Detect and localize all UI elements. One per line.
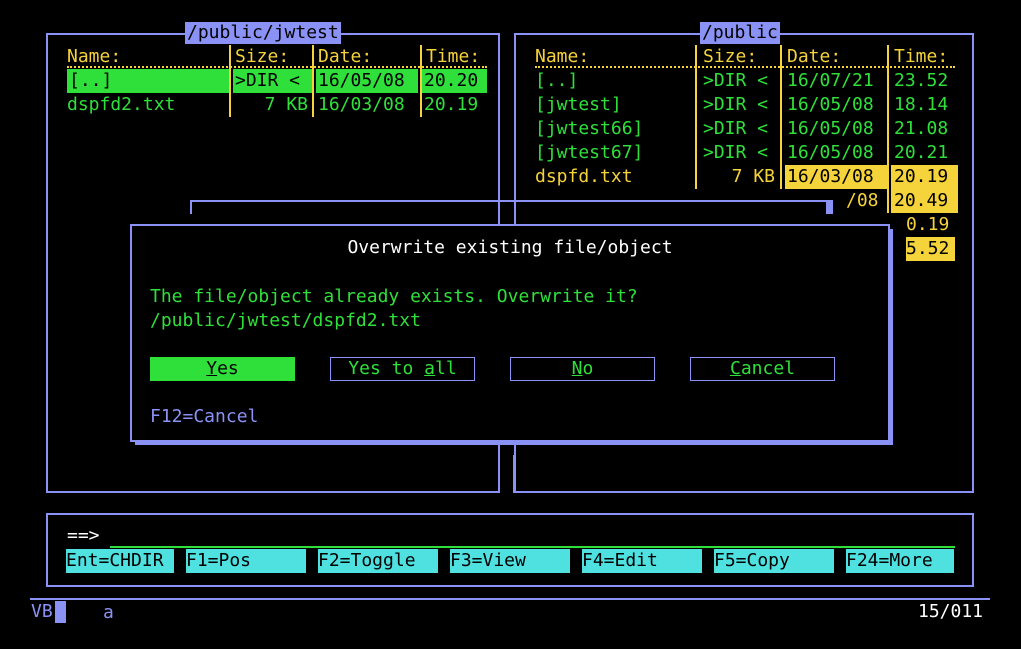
left-header-underline	[67, 66, 487, 68]
no-label: o	[582, 358, 594, 379]
file-name: dspfd2.txt	[67, 94, 176, 115]
overwrite-dialog-shadow	[135, 440, 893, 445]
no-button[interactable]: No	[510, 357, 655, 381]
partial-row-time: 0.19	[906, 214, 950, 235]
fkey-f24-more[interactable]: F24=More	[846, 549, 954, 573]
file-date: 16/05/08	[787, 118, 874, 139]
file-name: [..]	[535, 70, 579, 91]
file-time: 23.52	[894, 70, 949, 91]
dialog-path: /public/jwtest/dspfd2.txt	[150, 310, 421, 331]
yes-label: es	[217, 358, 239, 379]
file-date: 16/05/08	[316, 69, 418, 93]
table-row[interactable]: dspfd2.txt 7 KB 16/03/08 20.19	[67, 93, 487, 117]
yes-to-all-mnemonic: a	[424, 358, 435, 379]
file-size: >DIR <	[703, 70, 769, 91]
cancel-mnemonic: C	[729, 358, 741, 379]
right-col-sep	[887, 189, 889, 213]
status-position: 15/011	[918, 601, 984, 622]
panel-divider	[513, 455, 515, 493]
file-name: [jwtest]	[535, 94, 622, 115]
yes-to-all-label: Yes to	[348, 358, 425, 379]
fkey-f5-copy[interactable]: F5=Copy	[714, 549, 834, 573]
file-time: 20.20	[422, 69, 487, 93]
right-panel-shadow-r	[972, 38, 974, 493]
fkey-f4-edit[interactable]: F4=Edit	[582, 549, 702, 573]
right-panel-title: /public	[700, 22, 780, 44]
table-row[interactable]: [..] >DIR < 16/07/21 23.52	[535, 69, 955, 93]
left-panel-shadow	[52, 491, 498, 493]
background-dialog-edge	[190, 200, 830, 202]
file-date: 16/03/08	[318, 94, 405, 115]
dialog-title: Overwrite existing file/object	[347, 237, 673, 258]
right-header-underline	[535, 66, 955, 68]
status-indicator: a	[103, 602, 114, 623]
background-dialog-edge	[190, 200, 192, 214]
file-size: 7 KB	[264, 94, 308, 115]
file-size: 7 KB	[731, 166, 775, 187]
no-mnemonic: N	[571, 358, 583, 379]
file-time: 20.19	[424, 94, 479, 115]
file-date: 16/05/08	[787, 94, 874, 115]
file-date: 16/03/08	[785, 165, 889, 189]
overwrite-dialog-shadow	[888, 229, 893, 445]
fkey-f3-view[interactable]: F3=View	[450, 549, 570, 573]
left-panel-title: /public/jwtest	[185, 22, 341, 44]
table-row[interactable]: [jwtest67] >DIR < 16/05/08 20.21	[535, 141, 955, 165]
file-name: dspfd.txt	[535, 166, 633, 187]
table-row[interactable]: [jwtest66] >DIR < 16/05/08 21.08	[535, 117, 955, 141]
file-name: [jwtest67]	[535, 142, 644, 163]
file-time: 21.08	[894, 118, 949, 139]
partial-row-time: 5.52	[906, 237, 955, 261]
file-name: [..]	[67, 69, 229, 93]
cancel-label: ancel	[740, 358, 796, 379]
file-date: 16/07/21	[787, 70, 874, 91]
yes-mnemonic: Y	[206, 358, 218, 379]
file-size: >DIR <	[233, 69, 312, 93]
partial-row-time: 20.49	[891, 189, 958, 213]
dialog-message: The file/object already exists. Overwrit…	[150, 286, 638, 307]
file-size: >DIR <	[703, 142, 769, 163]
command-prompt: ==>	[67, 525, 100, 546]
yes-button[interactable]: Yes	[150, 357, 295, 381]
file-time: 18.14	[894, 94, 949, 115]
file-name: [jwtest66]	[535, 118, 644, 139]
yes-to-all-button[interactable]: Yes to all	[330, 357, 475, 381]
status-divider	[30, 598, 990, 600]
cancel-button[interactable]: Cancel	[690, 357, 835, 381]
file-time: 20.21	[894, 142, 949, 163]
file-size: >DIR <	[703, 94, 769, 115]
file-date: 16/05/08	[787, 142, 874, 163]
fkey-enter-chdir[interactable]: Ent=CHDIR	[66, 549, 174, 573]
fkey-f1-pos[interactable]: F1=Pos	[186, 549, 306, 573]
dialog-hint: F12=Cancel	[150, 406, 259, 427]
command-input[interactable]	[110, 524, 955, 548]
background-dialog-edge	[826, 200, 833, 214]
table-row[interactable]: [jwtest] >DIR < 16/05/08 18.14	[535, 93, 955, 117]
table-row[interactable]: dspfd.txt 7 KB 16/03/08 20.19	[535, 165, 958, 189]
table-row[interactable]: [..] >DIR < 16/05/08 20.20	[67, 69, 487, 93]
status-left: VB	[31, 601, 53, 622]
cursor-block	[55, 601, 66, 623]
fkey-f2-toggle[interactable]: F2=Toggle	[318, 549, 438, 573]
yes-to-all-label-rest: ll	[435, 358, 457, 379]
file-time: 20.19	[891, 165, 958, 189]
file-size: >DIR <	[703, 118, 769, 139]
partial-row-date: /08	[846, 190, 879, 211]
